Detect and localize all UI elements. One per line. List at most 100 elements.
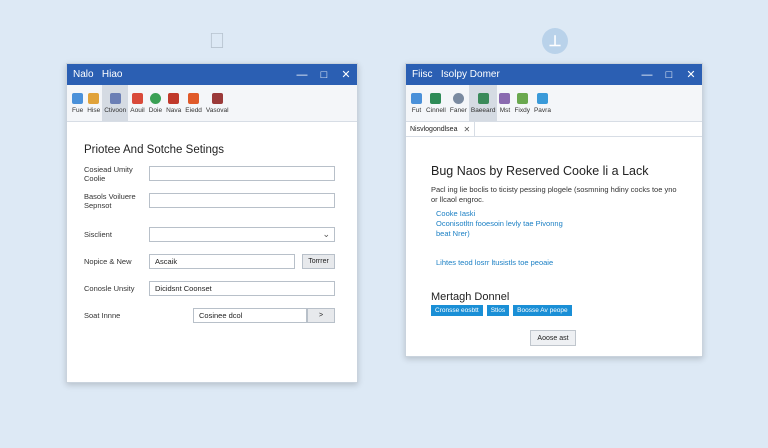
field-label: Conosle Unsity bbox=[84, 284, 135, 293]
apple-icon:  bbox=[204, 28, 230, 54]
ribbon-label: Doie bbox=[148, 106, 163, 114]
text-input[interactable] bbox=[149, 166, 335, 181]
gear-icon bbox=[452, 92, 464, 104]
ribbon-label: Mst bbox=[499, 106, 511, 114]
link-list[interactable]: Lihtes teod losrr ltusistls toe peoaie bbox=[436, 258, 553, 267]
field-label: Sisclient bbox=[84, 230, 112, 239]
ribbon-button-chart[interactable]: Eiedd bbox=[183, 85, 204, 121]
ribbon-label: Pavra bbox=[533, 106, 551, 114]
minimize-icon[interactable]: — bbox=[291, 64, 313, 85]
ribbon-label: Faner bbox=[449, 106, 467, 114]
ribbon-button-paint[interactable]: Aouil bbox=[128, 85, 146, 121]
close-icon[interactable]: ✕ bbox=[680, 64, 702, 85]
mail-icon bbox=[168, 92, 180, 104]
close-icon[interactable]: ✕ bbox=[463, 125, 470, 134]
link-beat[interactable]: beat Nrer) bbox=[436, 229, 470, 238]
document-icon bbox=[72, 92, 84, 104]
document-icon bbox=[411, 92, 422, 104]
tools-icon bbox=[499, 92, 511, 104]
settings-window: Nalo Hiao — □ ✕ Fue Hise Ctivoon Aouil D… bbox=[66, 63, 358, 383]
ribbon-label: Ctivoon bbox=[104, 106, 127, 114]
field-label: Basols Voiluere Sepnsot bbox=[84, 191, 136, 210]
window-title: Fiisc Isolpy Domer bbox=[412, 69, 500, 80]
text-input[interactable]: Cosinee dcol bbox=[193, 308, 307, 323]
tag-button[interactable]: Stlos bbox=[486, 305, 510, 316]
tab-strip: Nisvlogondlsea ✕ bbox=[406, 122, 702, 137]
ribbon-button-settings[interactable]: Vasoval bbox=[204, 85, 231, 121]
ribbon-label: Eiedd bbox=[185, 106, 202, 114]
ribbon-button-file[interactable]: Fut bbox=[409, 85, 424, 121]
ribbon-button-shield[interactable]: Baeeard bbox=[468, 85, 498, 121]
paint-icon bbox=[132, 92, 143, 104]
chart-icon bbox=[188, 92, 200, 104]
document-title: Bug Naos by Reserved Cooke li a Lack bbox=[431, 164, 649, 178]
ribbon-toolbar: Fut Cinnell Faner Baeeard Mst Fixdy Pavr… bbox=[406, 85, 702, 122]
document-paragraph: Pacl ing lie boclis to ticisty pessing p… bbox=[431, 185, 677, 204]
settings-panel: Priotee And Sotche Setings Cosiead Umity… bbox=[67, 123, 357, 382]
titlebar: Nalo Hiao — □ ✕ bbox=[67, 64, 357, 85]
field-label: Nopice & New bbox=[84, 257, 132, 266]
form-row: Sisclient ⌄ bbox=[84, 226, 335, 243]
tag-button[interactable]: Cronsse eosbtt bbox=[431, 305, 483, 316]
ribbon-label: Aouil bbox=[130, 106, 145, 114]
text-input[interactable] bbox=[149, 193, 335, 208]
ribbon-button-folder[interactable]: Cinnell bbox=[424, 85, 448, 121]
next-button[interactable]: > bbox=[307, 308, 335, 323]
document-window: Fiisc Isolpy Domer — □ ✕ Fut Cinnell Fan… bbox=[405, 63, 703, 357]
text-input[interactable]: Dicidsnt Coonset bbox=[149, 281, 335, 296]
ribbon-button-globe[interactable]: Doie bbox=[147, 85, 164, 121]
shield-icon bbox=[109, 92, 121, 104]
settings-icon bbox=[211, 92, 223, 104]
minimize-icon[interactable]: — bbox=[636, 64, 658, 85]
tab-document[interactable]: Nisvlogondlsea ✕ bbox=[406, 122, 476, 136]
dropdown-select[interactable]: ⌄ bbox=[149, 227, 335, 242]
upload-icon: ⊥ bbox=[542, 28, 568, 54]
field-label: Cosiead Umity Coolie bbox=[84, 164, 133, 183]
ribbon-button-home[interactable]: Hise bbox=[85, 85, 102, 121]
ribbon-button-gear[interactable]: Faner bbox=[448, 85, 469, 121]
shield-icon bbox=[477, 92, 489, 104]
titlebar: Fiisc Isolpy Domer — □ ✕ bbox=[406, 64, 702, 85]
form-row: Nopice & New Ascaik Torrrer bbox=[84, 253, 335, 270]
tag-list: Cronsse eosbtt Stlos Boosse Av peope bbox=[431, 305, 572, 316]
form-title: Priotee And Sotche Setings bbox=[84, 144, 225, 156]
bird-icon bbox=[536, 92, 548, 104]
close-icon[interactable]: ✕ bbox=[335, 64, 357, 85]
action-button[interactable]: Aoose ast bbox=[530, 330, 576, 346]
ribbon-label: Fixdy bbox=[514, 106, 530, 114]
form-row: Cosiead Umity Coolie bbox=[84, 164, 335, 183]
text-input[interactable]: Ascaik bbox=[149, 254, 295, 269]
window-title: Nalo Hiao bbox=[73, 69, 123, 80]
maximize-icon[interactable]: □ bbox=[313, 64, 335, 85]
ribbon-label: Hise bbox=[87, 106, 101, 114]
form-row: Basols Voiluere Sepnsot bbox=[84, 191, 335, 210]
ribbon-button-tools[interactable]: Mst bbox=[497, 85, 512, 121]
ribbon-button-bird[interactable]: Pavra bbox=[532, 85, 553, 121]
document-body: Bug Naos by Reserved Cooke li a Lack Pac… bbox=[406, 137, 702, 356]
link-cookie[interactable]: Cooke Iaski bbox=[436, 209, 475, 218]
ribbon-button-security[interactable]: Ctivoon bbox=[102, 85, 129, 121]
field-label: Soat Innne bbox=[84, 311, 121, 320]
ribbon-button-brush[interactable]: Fixdy bbox=[512, 85, 532, 121]
browse-button[interactable]: Torrrer bbox=[302, 254, 335, 269]
ribbon-button-file[interactable]: Fue bbox=[70, 85, 85, 121]
ribbon-label: Nava bbox=[166, 106, 182, 114]
ribbon-label: Fut bbox=[411, 106, 422, 114]
ribbon-label: Fue bbox=[72, 106, 84, 114]
ribbon-label: Baeeard bbox=[470, 106, 496, 114]
section-title: Mertagh Donnel bbox=[431, 291, 510, 303]
globe-icon bbox=[149, 92, 161, 104]
ribbon-label: Vasoval bbox=[205, 106, 229, 114]
ribbon-toolbar: Fue Hise Ctivoon Aouil Doie Nava Eiedd V… bbox=[67, 85, 357, 122]
ribbon-label: Cinnell bbox=[426, 106, 446, 114]
brush-icon bbox=[516, 92, 528, 104]
tab-label: Nisvlogondlsea bbox=[410, 125, 458, 133]
ribbon-button-mail[interactable]: Nava bbox=[164, 85, 183, 121]
form-row: Soat Innne Cosinee dcol > bbox=[84, 307, 335, 324]
link-option[interactable]: Oconisotltn fooesoin levly tae Pivonng bbox=[436, 219, 563, 228]
maximize-icon[interactable]: □ bbox=[658, 64, 680, 85]
tag-button[interactable]: Boosse Av peope bbox=[513, 305, 572, 316]
folder-icon bbox=[88, 92, 100, 104]
chevron-down-icon: ⌄ bbox=[322, 229, 330, 239]
folder-icon bbox=[430, 92, 442, 104]
